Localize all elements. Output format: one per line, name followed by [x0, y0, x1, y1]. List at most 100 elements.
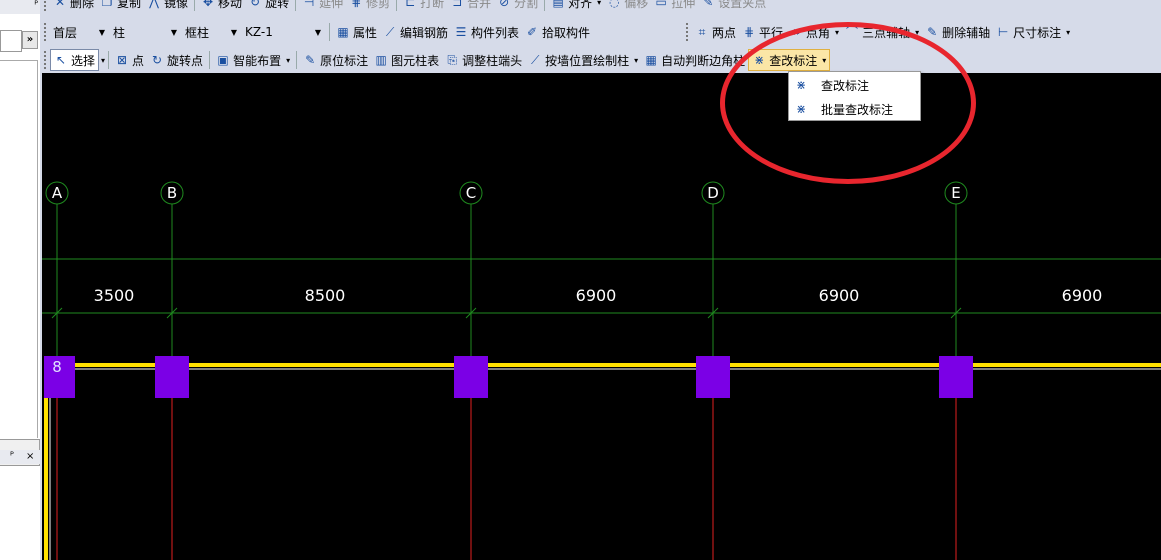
break-button[interactable]: ⊏ 打断	[400, 0, 447, 13]
close-icon[interactable]: ×	[26, 450, 34, 463]
navigator-tree[interactable]	[0, 60, 38, 438]
set-grip-button[interactable]: ✎ 设置夹点	[698, 0, 769, 13]
pick-member-button[interactable]: ✐ 拾取构件	[522, 21, 593, 43]
mirror-button[interactable]: ⋀ 镜像	[144, 0, 191, 13]
dimension-label: 6900	[576, 286, 617, 305]
edit-toolbar: ✕ 删除 ❐ 复制 ⋀ 镜像 ✥ 移动 ↻ 旋转 ⊣ 延伸 ⋕ 修剪 ⊏ 打断 ⊐ 合并 ⊘ 分割 …	[44, 0, 769, 12]
split-icon: ⊘	[499, 0, 510, 9]
offset-button[interactable]: ◌ 偏移	[604, 0, 651, 13]
batch-check-mark-icon: ⋇	[795, 102, 807, 116]
toolbar-grip[interactable]	[44, 51, 47, 69]
chevron-down-icon: ▼	[230, 27, 237, 37]
align-button[interactable]: ▤ 对齐 ▾	[548, 0, 604, 13]
edit-rebar-button[interactable]: ⟋ 编辑钢筋	[380, 21, 451, 43]
three-point-axis-button[interactable]: ⌒ 三点辅轴 ▾	[842, 21, 922, 43]
dimension-label: 6900	[819, 286, 860, 305]
chevron-down-icon: ▼	[170, 27, 177, 37]
smart-layout-button[interactable]: ▣ 智能布置 ▾	[213, 49, 293, 71]
pin-icon[interactable]: ᴾ	[34, 0, 38, 12]
delete-button[interactable]: ✕ 删除	[50, 0, 97, 13]
navigator-panel: ᴾ »	[0, 0, 40, 440]
axis-label: E	[951, 184, 960, 202]
toolbar-grip[interactable]	[686, 23, 689, 41]
chevron-down-icon: ▼	[98, 27, 105, 37]
floor-select[interactable]: 首层 ▼	[50, 22, 108, 42]
extend-button[interactable]: ⊣ 延伸	[299, 0, 346, 13]
draw-toolbar: ↖ 选择 ▾ ⊠ 点 ↻ 旋转点 ▣ 智能布置 ▾ ✎ 原位标注 ▥ 图元柱表 ⎘ 调整柱端头 …	[44, 47, 831, 73]
axis-label: B	[167, 184, 177, 202]
toolbar-grip[interactable]	[44, 23, 47, 41]
eyedropper-icon: ✐	[527, 25, 538, 39]
dimension-icon: ⊢	[997, 25, 1009, 39]
rotate-button[interactable]: ↻ 旋转	[245, 0, 292, 13]
row-label: 8	[52, 358, 62, 376]
two-point-axis-button[interactable]: ⌗ 两点	[692, 21, 739, 43]
axis-toolbar: ⌗ 两点 ⋕ 平行 ⌗ 点角 ▾ ⌒ 三点辅轴 ▾ ✎ 删除辅轴 ⊢ 尺寸标注 ▾	[686, 19, 1073, 45]
properties-icon: ▦	[337, 25, 349, 39]
chevron-down-icon: ▼	[314, 27, 321, 37]
cursor-icon: ↖	[55, 53, 67, 67]
delete-axis-button[interactable]: ✎ 删除辅轴	[922, 21, 993, 43]
navigator-header: ᴾ	[0, 0, 40, 14]
trim-button[interactable]: ⋕ 修剪	[346, 0, 393, 13]
original-mark-button[interactable]: ✎ 原位标注	[300, 49, 371, 71]
axis-label: A	[52, 184, 63, 202]
auto-corner-button[interactable]: ▦ 自动判断边角柱	[641, 49, 748, 71]
check-mark-icon: ⋇	[795, 78, 807, 92]
left-panel: ᴾ » ᴾ ×	[0, 0, 40, 560]
axis-label: C	[466, 184, 476, 202]
navigator-search-input[interactable]	[0, 30, 22, 52]
select-button[interactable]: ↖ 选择	[50, 49, 100, 71]
axis-label: D	[707, 184, 719, 202]
merge-button[interactable]: ⊐ 合并	[447, 0, 494, 13]
dimension-button[interactable]: ⊢ 尺寸标注 ▾	[993, 21, 1073, 43]
point-angle-axis-button[interactable]: ⌗ 点角 ▾	[786, 21, 842, 43]
rotate-icon: ↻	[250, 0, 261, 9]
property-panel	[0, 465, 40, 560]
table-icon: ▥	[375, 53, 387, 67]
point-angle-icon: ⌗	[792, 25, 800, 39]
rotate-point-button[interactable]: ↻ 旋转点	[147, 49, 206, 71]
type-select[interactable]: 框柱 ▼	[182, 22, 240, 42]
move-button[interactable]: ✥ 移动	[198, 0, 245, 13]
drawing-canvas[interactable]: A B C D E 3500 8500 6900 6900 6900 8	[42, 73, 1161, 560]
chevron-down-icon: ▾	[822, 55, 827, 65]
parallel-icon: ⋕	[743, 25, 755, 39]
corner-icon: ▦	[645, 53, 657, 67]
move-icon: ✥	[203, 0, 214, 9]
stretch-icon: ▭	[655, 0, 667, 9]
check-mark-button[interactable]: ⋇ 查改标注 ▾	[748, 49, 831, 71]
column-table-button[interactable]: ▥ 图元柱表	[371, 49, 442, 71]
properties-button[interactable]: ▦ 属性	[333, 21, 380, 43]
dimension-label: 6900	[1062, 286, 1103, 305]
expand-button[interactable]: »	[22, 31, 38, 49]
member-list-button[interactable]: ☰ 构件列表	[451, 21, 522, 43]
chevron-down-icon: ▾	[597, 0, 602, 7]
point-button[interactable]: ⊠ 点	[112, 49, 147, 71]
pin-icon[interactable]: ᴾ	[10, 450, 14, 463]
chevron-down-icon: ▾	[915, 27, 920, 37]
toolbar-grip[interactable]	[44, 0, 47, 11]
copy-button[interactable]: ❐ 复制	[97, 0, 144, 13]
adjust-end-button[interactable]: ⎘ 调整柱端头	[442, 49, 525, 71]
column	[939, 356, 973, 398]
menu-item-check-mark[interactable]: ⋇ 查改标注	[789, 74, 920, 96]
wall-icon: ⟋	[530, 53, 540, 67]
split-button[interactable]: ⊘ 分割	[494, 0, 541, 13]
category-select[interactable]: 柱 ▼	[110, 22, 180, 42]
chevron-down-icon: ▾	[1066, 27, 1071, 37]
adjust-icon: ⎘	[447, 53, 457, 67]
two-point-icon: ⌗	[698, 25, 706, 39]
draw-by-wall-button[interactable]: ⟋ 按墙位置绘制柱 ▾	[525, 49, 641, 71]
member-select[interactable]: KZ-1 ▼	[242, 22, 324, 42]
copy-icon: ❐	[101, 0, 113, 9]
chevron-down-icon[interactable]: ▾	[101, 56, 105, 65]
menu-item-batch-check-mark[interactable]: ⋇ 批量查改标注	[789, 98, 920, 120]
point-icon: ⊠	[117, 53, 128, 67]
mark-icon: ✎	[305, 53, 316, 67]
break-icon: ⊏	[405, 0, 416, 9]
extend-icon: ⊣	[303, 0, 315, 9]
parallel-axis-button[interactable]: ⋕ 平行	[739, 21, 786, 43]
stretch-button[interactable]: ▭ 拉伸	[651, 0, 698, 13]
mirror-icon: ⋀	[149, 0, 159, 9]
